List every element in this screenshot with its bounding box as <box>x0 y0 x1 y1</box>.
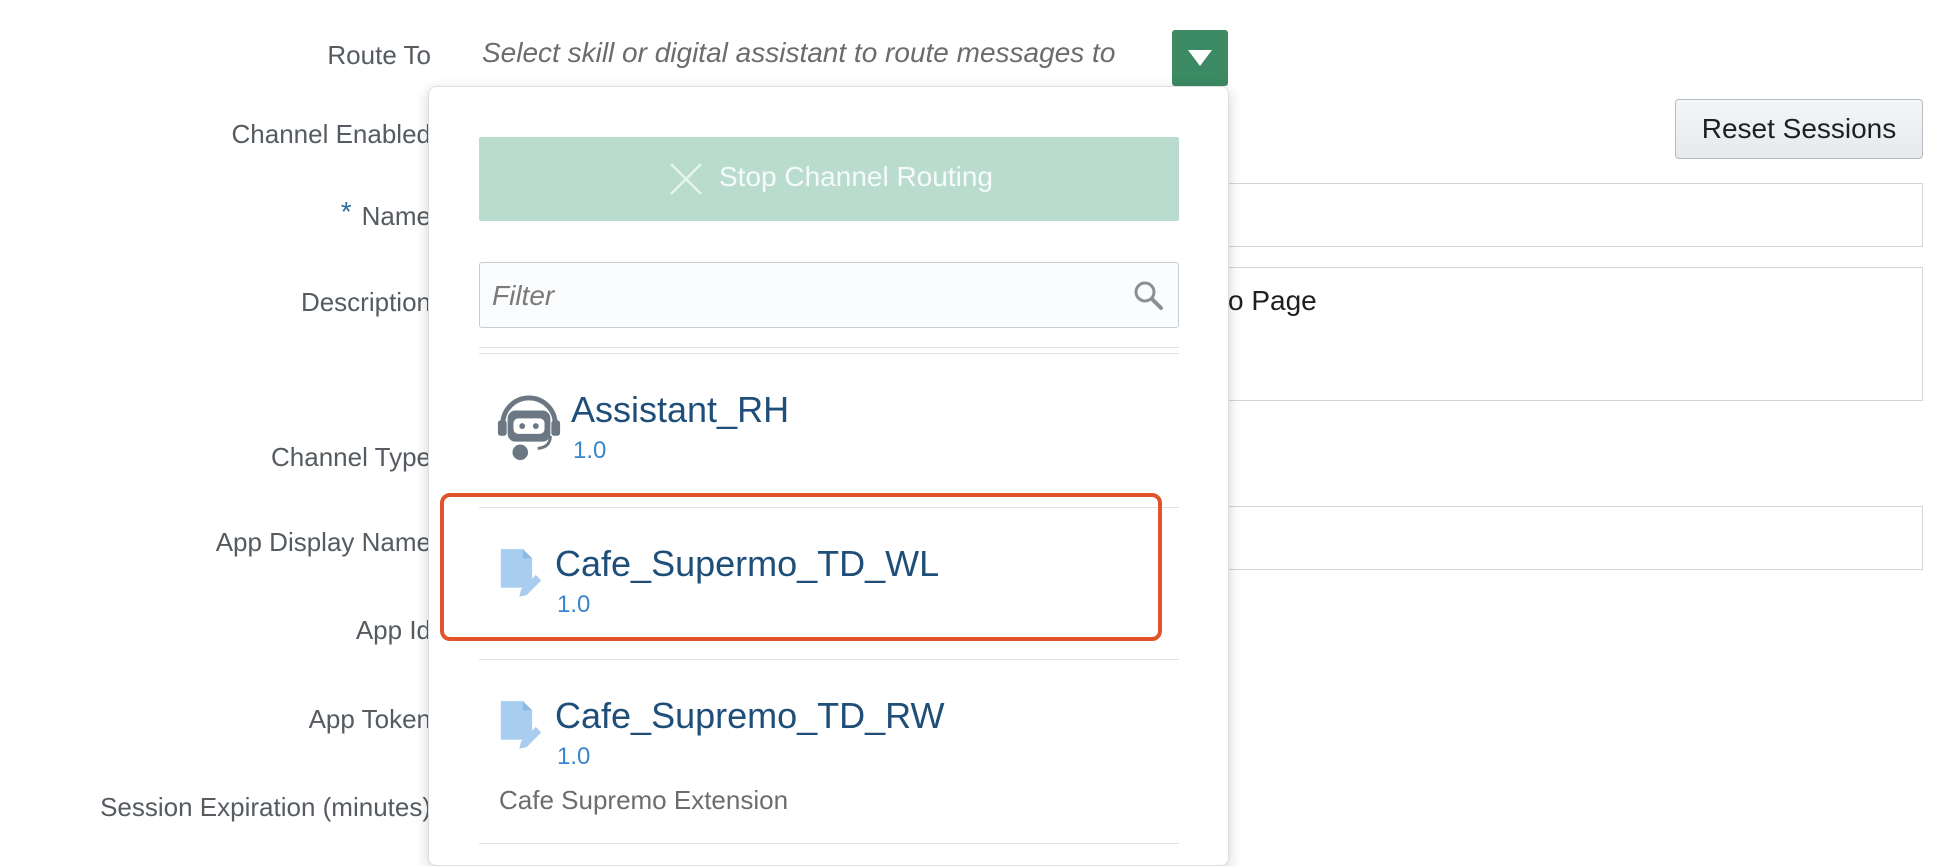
skill-document-icon <box>500 701 542 749</box>
filter-input[interactable] <box>490 273 1094 319</box>
route-to-dropdown-panel: Stop Channel Routing Assistant_RH 1.0 <box>428 86 1229 866</box>
channel-type-label: Channel Type <box>271 442 431 472</box>
list-divider <box>479 353 1179 354</box>
stop-channel-routing-button[interactable]: Stop Channel Routing <box>479 137 1179 221</box>
list-divider <box>479 347 1179 348</box>
app-display-name-input[interactable] <box>1228 506 1923 570</box>
app-display-name-label: App Display Name <box>215 527 431 557</box>
close-icon <box>670 163 702 195</box>
name-input[interactable] <box>1228 183 1923 247</box>
list-item-cafe-supremo-td-rw[interactable]: Cafe_Supremo_TD_RW 1.0 Cafe Supremo Exte… <box>479 669 1179 849</box>
chevron-down-icon <box>1188 50 1212 66</box>
skill-document-icon <box>500 549 542 597</box>
description-textarea[interactable] <box>1228 267 1923 401</box>
filter-field[interactable] <box>479 262 1179 328</box>
item-version: 1.0 <box>557 743 591 770</box>
description-text: o Page <box>1228 285 1317 316</box>
item-version: 1.0 <box>557 591 591 618</box>
list-item-cafe-supermo-td-wl[interactable]: Cafe_Supermo_TD_WL 1.0 <box>479 517 1179 657</box>
item-description: Cafe Supremo Extension <box>499 785 789 815</box>
app-id-label: App Id <box>355 615 431 645</box>
stop-channel-routing-label: Stop Channel Routing <box>719 161 993 192</box>
item-name: Assistant_RH <box>571 389 790 430</box>
route-to-dropdown-button[interactable] <box>1172 30 1228 86</box>
name-label: Name <box>361 201 431 231</box>
list-item-assistant-rh[interactable]: Assistant_RH 1.0 <box>479 367 1179 487</box>
reset-sessions-button[interactable]: Reset Sessions <box>1675 99 1923 159</box>
route-to-label: Route To <box>327 40 431 70</box>
search-icon[interactable] <box>1132 279 1164 311</box>
robot-assistant-icon <box>497 395 561 461</box>
channel-enabled-label: Channel Enabled <box>231 119 432 149</box>
app-token-label: App Token <box>308 704 431 734</box>
item-name: Cafe_Supremo_TD_RW <box>555 695 945 736</box>
list-divider <box>479 843 1179 844</box>
session-expiration-label: Session Expiration (minutes) <box>100 792 431 822</box>
required-marker: * <box>340 196 352 227</box>
name-label-row: * Name <box>341 196 431 232</box>
description-label: Description <box>300 287 431 317</box>
list-divider <box>479 507 1179 508</box>
item-name: Cafe_Supermo_TD_WL <box>555 543 940 584</box>
list-divider <box>479 659 1179 660</box>
route-to-select[interactable]: Select skill or digital assistant to rou… <box>482 37 1115 69</box>
item-version: 1.0 <box>573 437 607 464</box>
